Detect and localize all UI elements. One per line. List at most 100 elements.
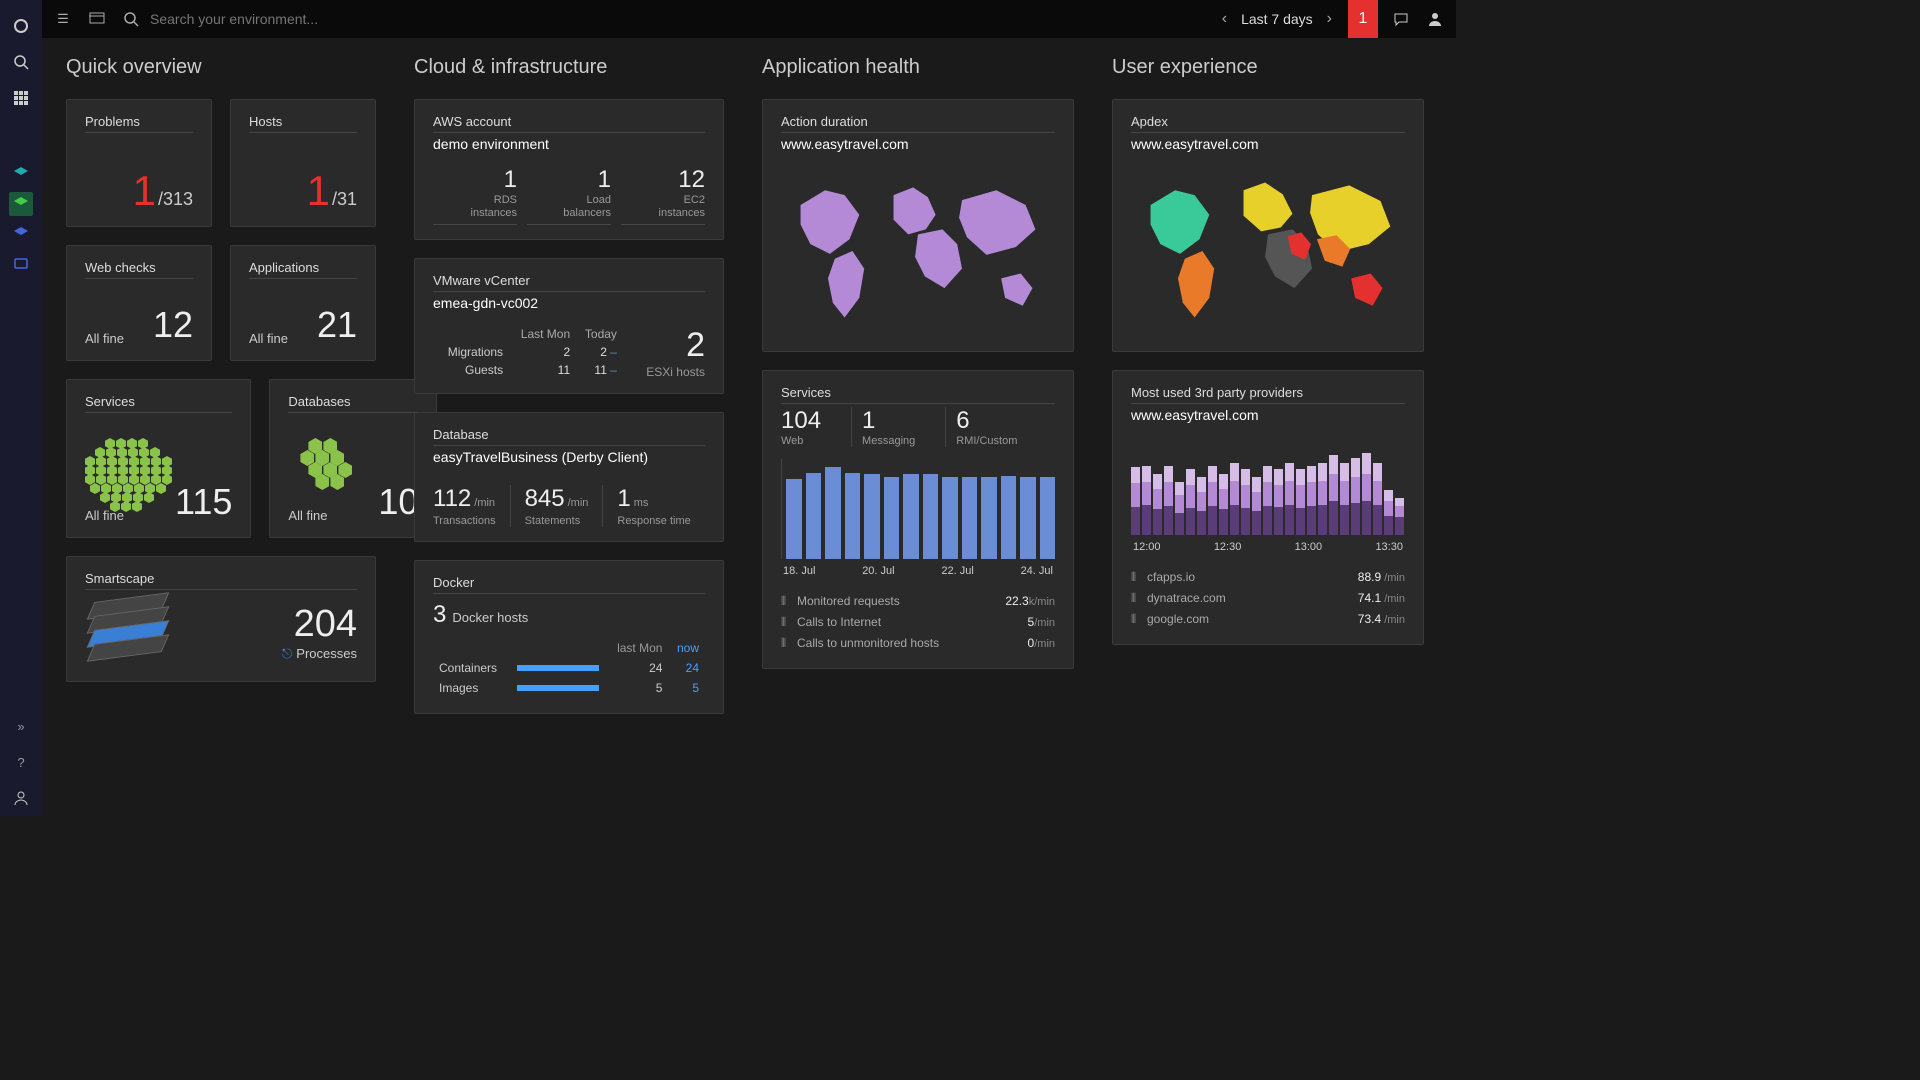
aws-stat: 1RDSinstances <box>433 166 517 225</box>
search-input[interactable] <box>150 11 450 27</box>
timerange-label: Last 7 days <box>1241 11 1313 27</box>
col-cloud: Cloud & infrastructure AWS account demo … <box>414 56 724 798</box>
aws-stat: 12EC2instances <box>621 166 705 225</box>
apdex-title: Apdex <box>1131 114 1405 130</box>
aws-name: demo environment <box>433 136 705 152</box>
expand-rail-icon[interactable]: » <box>9 714 33 738</box>
containers-last: 24 <box>605 659 666 677</box>
providers-stacked-chart <box>1131 435 1405 535</box>
tile-services-mini-title: Services <box>85 394 232 410</box>
action-duration-title: Action duration <box>781 114 1055 130</box>
esxi-label: ESXi hosts <box>646 365 705 379</box>
tx-lab: Transactions <box>433 515 496 527</box>
webchecks-status: All fine <box>85 331 124 346</box>
tile-smartscape[interactable]: Smartscape 204 ⎋Processes <box>66 556 376 682</box>
databases-status: All fine <box>288 508 327 523</box>
col-apphealth: Application health Action duration www.e… <box>762 56 1074 798</box>
world-map-apdex <box>1131 164 1405 337</box>
cube-teal-icon[interactable] <box>9 162 33 186</box>
user-rail-icon[interactable] <box>9 786 33 810</box>
section-ux-title: User experience <box>1112 56 1424 79</box>
section-overview-title: Quick overview <box>66 56 376 79</box>
tile-applications[interactable]: Applications All fine 21 <box>230 245 376 361</box>
tile-vmware[interactable]: VMware vCenter emea-gdn-vc002 Last MonTo… <box>414 258 724 394</box>
tile-webchecks[interactable]: Web checks All fine 12 <box>66 245 212 361</box>
docker-hosts-lab: Docker hosts <box>452 610 528 625</box>
chat-icon[interactable] <box>1390 8 1412 30</box>
apps-grid-icon[interactable] <box>9 86 33 110</box>
legend-row: ⫴google.com73.4 /min <box>1131 609 1405 630</box>
legend-row: ⫴Calls to Internet5/min <box>781 612 1055 633</box>
tile-apdex[interactable]: Apdex www.easytravel.com <box>1112 99 1424 352</box>
st-lab: Statements <box>525 515 589 527</box>
tile-services-detail[interactable]: Services 104Web 1Messaging 6RMI/Custom 1… <box>762 370 1074 669</box>
alert-count-badge[interactable]: 1 <box>1348 0 1378 38</box>
third-party-title: Most used 3rd party providers <box>1131 385 1405 401</box>
section-cloud-title: Cloud & infrastructure <box>414 56 724 79</box>
layers-icon <box>85 597 175 667</box>
svc-msg-n: 1 <box>862 407 915 435</box>
action-duration-site: www.easytravel.com <box>781 136 1055 152</box>
timerange-picker[interactable]: ‹ Last 7 days › <box>1218 6 1336 32</box>
tile-docker[interactable]: Docker 3Docker hosts last Monnow Contain… <box>414 560 724 714</box>
services-detail-title: Services <box>781 385 1055 401</box>
search-icon[interactable] <box>120 8 142 30</box>
guests-today: 11 <box>594 363 606 377</box>
help-icon[interactable]: ? <box>9 750 33 774</box>
tile-problems[interactable]: Problems 1 /313 <box>66 99 212 227</box>
hosts-denom: /31 <box>332 189 357 210</box>
databases-count: 10 <box>378 481 418 523</box>
legend-row: ⫴dynatrace.com74.1 /min <box>1131 588 1405 609</box>
svc-rmi-n: 6 <box>956 407 1017 435</box>
link-icon: ⎋ <box>282 646 292 661</box>
tile-action-duration[interactable]: Action duration www.easytravel.com <box>762 99 1074 352</box>
search-nav-icon[interactable] <box>9 50 33 74</box>
smartscape-count: 204 <box>282 603 357 646</box>
col-ux: User experience Apdex www.easytravel.com <box>1112 56 1424 798</box>
mig-today: 2 <box>600 345 607 359</box>
dashboard-grid: Quick overview Problems 1 /313 Hosts 1 /… <box>42 38 1456 816</box>
tile-databases-title: Databases <box>288 394 418 410</box>
tile-database[interactable]: Database easyTravelBusiness (Derby Clien… <box>414 412 724 542</box>
esxi-count: 2 <box>646 326 705 365</box>
rt-unit: ms <box>634 497 649 509</box>
tile-aws[interactable]: AWS account demo environment 1RDSinstanc… <box>414 99 724 240</box>
hexagon-cluster-icon <box>85 438 175 508</box>
hexagon-cluster-small-icon <box>288 438 378 508</box>
screen-icon[interactable] <box>9 252 33 276</box>
vmware-row-guests: Guests <box>433 361 507 379</box>
vmware-row-migrations: Migrations <box>433 343 507 361</box>
cube-green-icon[interactable] <box>9 192 33 216</box>
chevron-left-icon[interactable]: ‹ <box>1218 6 1231 32</box>
st-unit: /min <box>568 497 589 509</box>
logo-icon[interactable] <box>9 14 33 38</box>
tile-third-party[interactable]: Most used 3rd party providers www.easytr… <box>1112 370 1424 645</box>
chevron-right-icon[interactable]: › <box>1323 6 1336 32</box>
vmware-col-lastmon: Last Mon <box>507 325 574 343</box>
tile-services-mini[interactable]: Services All fine 115 <box>66 379 251 538</box>
docker-col-now: now <box>668 639 703 657</box>
applications-count: 21 <box>317 304 357 346</box>
col-overview: Quick overview Problems 1 /313 Hosts 1 /… <box>66 56 376 798</box>
tile-vmware-title: VMware vCenter <box>433 273 705 289</box>
dashboard-icon[interactable] <box>86 8 108 30</box>
tile-applications-title: Applications <box>249 260 357 276</box>
hosts-count: 1 <box>307 170 330 212</box>
guests-last: 11 <box>507 361 574 379</box>
tile-databases[interactable]: Databases All fine 10 <box>269 379 437 538</box>
webchecks-count: 12 <box>153 304 193 346</box>
legend-row: ⫴Calls to unmonitored hosts0/min <box>781 633 1055 654</box>
services-bar-chart <box>781 459 1055 559</box>
svc-web-n: 104 <box>781 407 821 435</box>
menu-icon[interactable]: ☰ <box>52 8 74 30</box>
images-now: 5 <box>668 679 703 697</box>
cube-blue-icon[interactable] <box>9 222 33 246</box>
left-nav-rail: » ? <box>0 0 42 816</box>
tx-n: 112 <box>433 485 471 512</box>
tile-hosts[interactable]: Hosts 1 /31 <box>230 99 376 227</box>
vmware-name: emea-gdn-vc002 <box>433 295 705 311</box>
section-apphealth-title: Application health <box>762 56 1074 79</box>
svc-web-lab: Web <box>781 435 821 447</box>
legend-row: ⫴Monitored requests22.3k/min <box>781 591 1055 612</box>
user-icon[interactable] <box>1424 8 1446 30</box>
